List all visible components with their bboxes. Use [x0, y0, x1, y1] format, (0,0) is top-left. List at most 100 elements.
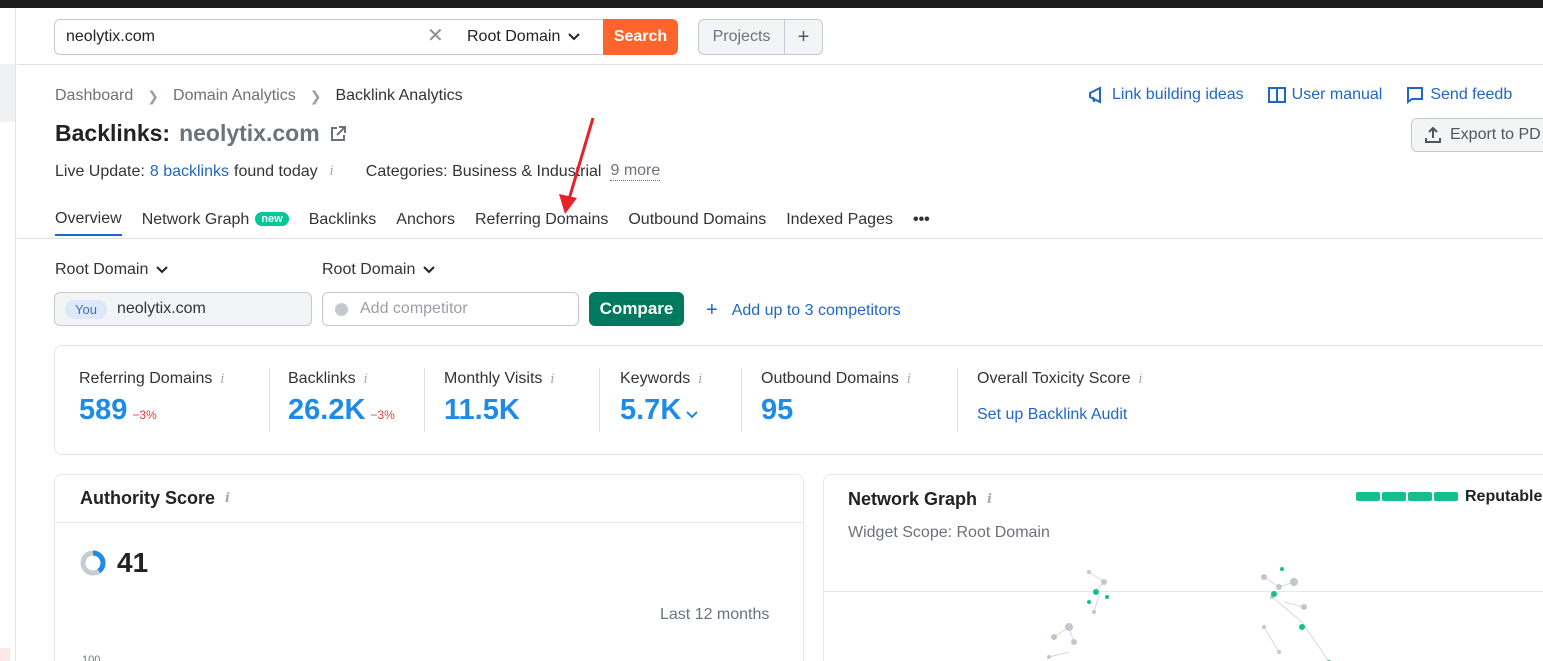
user-manual-label: User manual [1291, 86, 1383, 103]
info-icon[interactable]: i [225, 491, 230, 506]
tab-overview[interactable]: Overview [55, 210, 122, 236]
competitor-placeholder: Add competitor [360, 300, 468, 317]
left-scope-dropdown[interactable]: Root Domain [55, 261, 169, 279]
tab-network-graph[interactable]: Network Graph new [142, 211, 289, 235]
own-domain-field: You neolytix.com [54, 292, 312, 326]
upload-icon [1425, 126, 1441, 143]
metric-referring-domains: Referring Domains i 589 −3% [79, 370, 225, 427]
metric-label: Keywords [620, 370, 691, 387]
tab-bar: Overview Network Graph new Backlinks Anch… [55, 210, 930, 236]
add-competitors-link[interactable]: + Add up to 3 competitors [706, 299, 901, 322]
plus-icon: + [706, 299, 718, 321]
add-project-button[interactable]: + [785, 20, 822, 54]
link-building-ideas-label: Link building ideas [1112, 86, 1244, 103]
info-icon[interactable]: i [987, 492, 992, 507]
authority-score-title: Authority Score [80, 488, 216, 508]
info-icon[interactable]: i [364, 372, 368, 387]
page-title: Backlinks: neolytix.com [55, 120, 347, 147]
clear-icon[interactable]: ✕ [427, 26, 444, 46]
info-icon[interactable]: i [220, 372, 224, 387]
metric-label: Referring Domains [79, 370, 213, 387]
live-update-label: Live Update: [55, 162, 145, 180]
authority-score-card: Authority Score i [54, 474, 804, 661]
tab-indexed-pages[interactable]: Indexed Pages [786, 211, 893, 235]
network-graph-card: Network Graph i Widget Scope: Root Domain [823, 474, 1543, 661]
projects-button[interactable]: Projects [699, 20, 785, 54]
tab-backlinks[interactable]: Backlinks [309, 211, 377, 235]
metric-label: Overall Toxicity Score [977, 370, 1131, 387]
left-rail-block[interactable] [0, 64, 15, 122]
toxicity-bar [1356, 492, 1458, 501]
competitor-input[interactable]: Add competitor [322, 292, 579, 326]
you-tag: You [65, 299, 107, 319]
send-feedback-link[interactable]: Send feedb [1406, 86, 1512, 104]
metric-monthly-visits: Monthly Visits i 11.5K [444, 370, 555, 427]
metric-keywords: Keywords i 5.7K [620, 370, 702, 427]
metric-label: Outbound Domains [761, 370, 899, 387]
info-icon[interactable]: i [907, 372, 911, 387]
info-icon[interactable]: i [698, 372, 702, 387]
tab-outbound-domains[interactable]: Outbound Domains [628, 211, 766, 235]
breadcrumb: Dashboard ❯ Domain Analytics ❯ Backlink … [55, 87, 463, 105]
metric-value[interactable]: 11.5K [444, 394, 520, 427]
projects-group: Projects + [698, 19, 823, 55]
annotation-arrow [559, 117, 595, 214]
reputable-label: Reputable [1465, 488, 1543, 505]
scope-select[interactable]: Root Domain [456, 19, 604, 55]
left-rail [0, 8, 16, 661]
metric-divider [741, 368, 742, 432]
link-building-ideas-link[interactable]: Link building ideas [1088, 86, 1244, 104]
metric-divider [957, 368, 958, 432]
chevron-down-icon[interactable] [686, 411, 698, 419]
network-graph-canvas[interactable] [824, 557, 1543, 661]
tab-anchors[interactable]: Anchors [396, 211, 455, 235]
setup-backlink-audit-link[interactable]: Set up Backlink Audit [977, 406, 1143, 424]
info-icon[interactable]: i [550, 372, 554, 387]
left-scope-label: Root Domain [55, 261, 149, 278]
metric-divider [269, 368, 270, 432]
metric-value[interactable]: 5.7K [620, 394, 681, 427]
new-badge: new [255, 212, 289, 226]
info-icon[interactable]: i [330, 164, 334, 179]
period-label: Last 12 months [660, 606, 770, 623]
megaphone-icon [1089, 86, 1101, 104]
left-rail-alert [0, 648, 10, 661]
live-update-backlinks-link[interactable]: 8 backlinks [150, 163, 229, 181]
title-domain[interactable]: neolytix.com [179, 120, 320, 147]
authority-score: 41 [79, 547, 148, 579]
metric-label: Backlinks [288, 370, 356, 387]
external-link-icon[interactable] [329, 125, 347, 143]
export-label: Export to PD [1450, 126, 1541, 143]
competitor-dot-icon [335, 302, 348, 316]
categories-more-link[interactable]: 9 more [610, 162, 661, 181]
metric-value[interactable]: 95 [761, 394, 793, 427]
breadcrumb-domain-analytics[interactable]: Domain Analytics [173, 87, 296, 105]
export-pdf-button[interactable]: Export to PD [1411, 118, 1543, 152]
user-manual-link[interactable]: User manual [1267, 86, 1383, 104]
chevron-right-icon: ❯ [309, 87, 322, 104]
metric-delta: −3% [370, 408, 395, 422]
breadcrumb-backlink-analytics: Backlink Analytics [335, 87, 463, 104]
metric-backlinks: Backlinks i 26.2K −3% [288, 370, 395, 427]
metric-value[interactable]: 26.2K [288, 394, 365, 427]
add-competitors-label: Add up to 3 competitors [731, 301, 901, 319]
metric-divider [599, 368, 600, 432]
book-icon [1267, 87, 1286, 103]
live-update-suffix: found today [234, 162, 318, 180]
tab-divider [17, 238, 1543, 239]
header-links: Link building ideas User manual Send fee… [1088, 86, 1512, 104]
right-scope-label: Root Domain [322, 261, 416, 278]
domain-search-input[interactable]: neolytix.com [54, 19, 457, 55]
info-icon[interactable]: i [1139, 372, 1143, 387]
own-domain-value: neolytix.com [116, 300, 206, 317]
metric-toxicity-score: Overall Toxicity Score i Set up Backlink … [977, 370, 1143, 424]
chevron-right-icon: ❯ [147, 87, 160, 104]
metric-value[interactable]: 589 [79, 394, 127, 427]
breadcrumb-dashboard[interactable]: Dashboard [55, 87, 133, 105]
send-feedback-label: Send feedb [1430, 86, 1513, 103]
search-button[interactable]: Search [603, 19, 678, 55]
right-scope-dropdown[interactable]: Root Domain [322, 261, 436, 279]
more-tabs-icon[interactable]: ••• [913, 211, 930, 235]
compare-button[interactable]: Compare [589, 292, 684, 326]
scope-select-label: Root Domain [467, 28, 561, 45]
